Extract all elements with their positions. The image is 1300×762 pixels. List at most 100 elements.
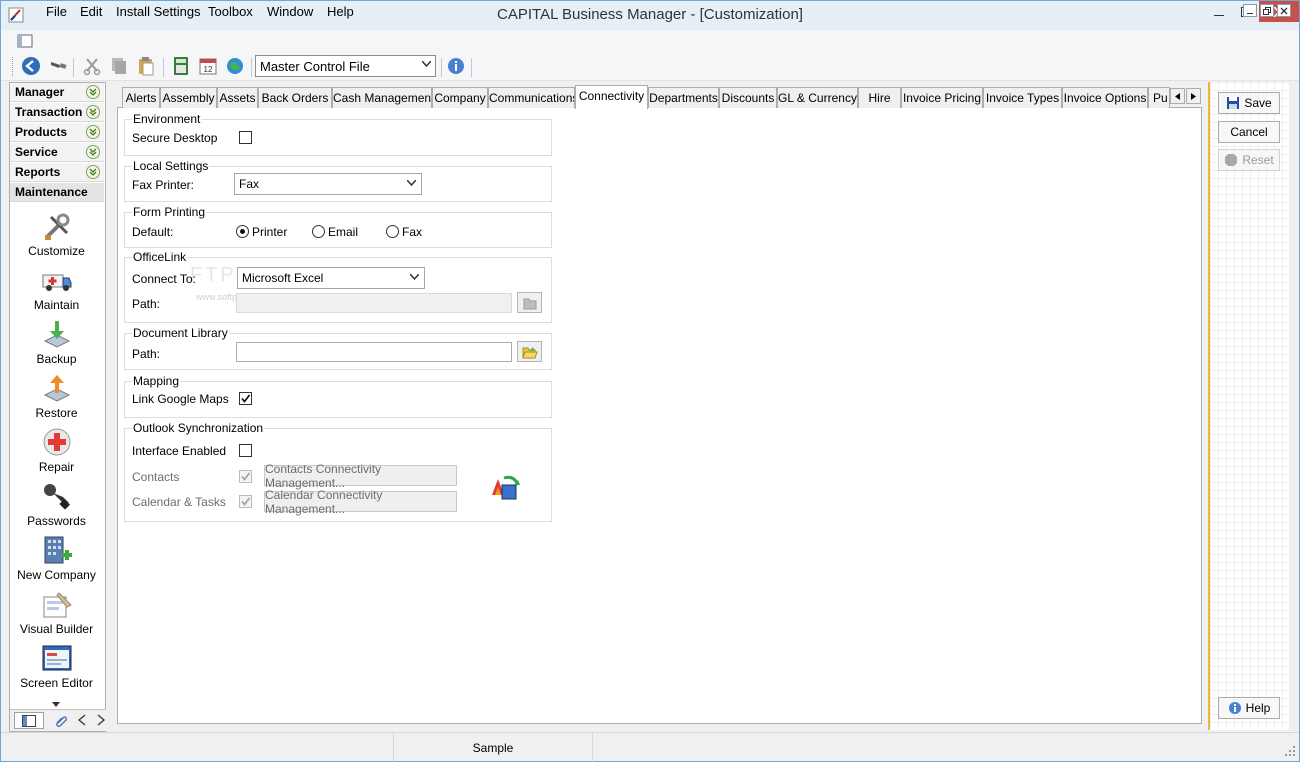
globe-icon[interactable]: [225, 56, 245, 76]
tab-back-orders[interactable]: Back Orders: [258, 87, 332, 108]
radio-fax[interactable]: [386, 225, 399, 238]
calendar-icon[interactable]: 12: [198, 56, 218, 76]
nav-item-label: Visual Builder: [19, 622, 94, 636]
checkmark-icon: [241, 497, 251, 506]
nav-item-passwords[interactable]: Passwords: [11, 481, 102, 535]
nav-group-reports[interactable]: Reports: [10, 163, 104, 182]
contacts-checkbox[interactable]: [239, 470, 252, 483]
expand-chevron-icon[interactable]: [86, 125, 100, 139]
nav-item-repair[interactable]: Repair: [11, 427, 102, 481]
expand-chevron-icon[interactable]: [86, 145, 100, 159]
calculator-icon[interactable]: [171, 56, 191, 76]
nav-view-button[interactable]: [14, 712, 44, 729]
child-minimize-button[interactable]: [1243, 4, 1257, 17]
nav-item-label: Repair: [38, 460, 75, 474]
resize-grip-icon[interactable]: [1284, 745, 1296, 757]
calendar-tasks-checkbox[interactable]: [239, 495, 252, 508]
save-button[interactable]: Save: [1218, 92, 1280, 114]
nav-item-maintain[interactable]: Maintain: [11, 265, 102, 319]
master-file-select[interactable]: Master Control File: [255, 55, 436, 77]
info-icon[interactable]: [446, 56, 466, 76]
nav-group-transaction[interactable]: Transaction: [10, 103, 104, 122]
copy-icon[interactable]: [109, 56, 129, 76]
nav-group-maintenance[interactable]: Maintenance: [10, 183, 104, 202]
tab-departments[interactable]: Departments: [648, 87, 719, 108]
radio-email[interactable]: [312, 225, 325, 238]
menu-window[interactable]: Window: [265, 4, 315, 19]
tab-assembly[interactable]: Assembly: [160, 87, 217, 108]
tab-scroll-left-button[interactable]: [1170, 88, 1185, 104]
toolbar: [1, 53, 1299, 81]
group-title: Document Library: [132, 326, 229, 340]
default-label: Default:: [132, 225, 174, 239]
document-menu-icon[interactable]: [16, 33, 34, 49]
fax-printer-select[interactable]: Fax: [234, 173, 422, 195]
checkmark-icon: [241, 394, 251, 403]
first-aid-icon: [43, 428, 71, 456]
officelink-browse-button[interactable]: [517, 292, 542, 313]
radio-printer[interactable]: [236, 225, 249, 238]
tab-connectivity[interactable]: Connectivity: [575, 85, 648, 109]
interface-enabled-checkbox[interactable]: [239, 444, 252, 457]
tab-discounts[interactable]: Discounts: [719, 87, 777, 108]
menu-file[interactable]: File: [44, 4, 69, 19]
menu-help[interactable]: Help: [325, 4, 356, 19]
tab-invoice-types[interactable]: Invoice Types: [983, 87, 1062, 108]
paste-icon[interactable]: [136, 56, 156, 76]
connect-to-label: Connect To:: [132, 272, 196, 286]
connect-to-select[interactable]: Microsoft Excel: [237, 267, 425, 289]
secure-desktop-checkbox[interactable]: [239, 131, 252, 144]
nav-item-screen-editor[interactable]: Screen Editor: [11, 643, 102, 697]
tab-company[interactable]: Company: [432, 87, 488, 108]
nav-item-new-company[interactable]: New Company: [11, 535, 102, 589]
search-torch-icon[interactable]: [48, 56, 68, 76]
nav-item-customize[interactable]: Customize: [11, 211, 102, 265]
menu-edit[interactable]: Edit: [78, 4, 104, 19]
tab-invoice-pricing[interactable]: Invoice Pricing: [901, 87, 983, 108]
tab-pu[interactable]: Pu: [1148, 87, 1170, 108]
back-icon[interactable]: [21, 56, 41, 76]
contacts-connectivity-button[interactable]: Contacts Connectivity Management...: [264, 462, 457, 490]
calendar-connectivity-button[interactable]: Calendar Connectivity Management...: [264, 488, 457, 516]
expand-chevron-icon[interactable]: [86, 105, 100, 119]
tab-invoice-options[interactable]: Invoice Options: [1062, 87, 1148, 108]
cut-icon[interactable]: [82, 56, 102, 76]
app-logo-icon[interactable]: [8, 7, 24, 23]
reset-button[interactable]: Reset: [1218, 149, 1280, 171]
tab-cash-management[interactable]: Cash Management: [332, 87, 432, 108]
minimize-button[interactable]: [1205, 1, 1232, 22]
nav-group-label: Maintenance: [15, 185, 88, 199]
nav-group-products[interactable]: Products: [10, 123, 104, 142]
nav-group-service[interactable]: Service: [10, 143, 104, 162]
tab-communications[interactable]: Communications: [488, 87, 575, 108]
tab-assets[interactable]: Assets: [217, 87, 258, 108]
help-button[interactable]: Help: [1218, 697, 1280, 719]
fax-printer-value: Fax: [239, 177, 260, 191]
panel-view-icon: [22, 714, 36, 727]
menu-toolbox[interactable]: Toolbox: [206, 4, 255, 19]
tab-strip: Alerts Assembly Assets Back Orders Cash …: [118, 85, 1202, 109]
nav-item-visual-builder[interactable]: Visual Builder: [11, 589, 102, 643]
nav-prev-icon[interactable]: [77, 714, 86, 729]
document-library-path-input[interactable]: [236, 342, 512, 362]
nav-group-manager[interactable]: Manager: [10, 83, 104, 102]
child-restore-button[interactable]: [1260, 4, 1274, 17]
menu-install-settings[interactable]: Install Settings: [114, 4, 203, 19]
tab-scroll-right-button[interactable]: [1186, 88, 1201, 104]
expand-chevron-icon[interactable]: [86, 85, 100, 99]
link-google-maps-checkbox[interactable]: [239, 392, 252, 405]
document-library-browse-button[interactable]: [517, 341, 542, 362]
radio-email-label: Email: [328, 225, 359, 239]
expand-chevron-icon[interactable]: [86, 165, 100, 179]
child-close-button[interactable]: [1277, 4, 1291, 17]
officelink-path-input[interactable]: [236, 293, 512, 313]
cancel-button[interactable]: Cancel: [1218, 121, 1280, 143]
tab-hire[interactable]: Hire: [858, 87, 901, 108]
nav-item-restore[interactable]: Restore: [11, 373, 102, 427]
tab-alerts[interactable]: Alerts: [122, 87, 160, 108]
tab-gl-currency[interactable]: GL & Currency: [777, 87, 858, 108]
nav-next-icon[interactable]: [97, 714, 106, 729]
nav-attach-button[interactable]: [52, 712, 70, 729]
nav-item-label: Customize: [28, 244, 85, 258]
nav-item-backup[interactable]: Backup: [11, 319, 102, 373]
